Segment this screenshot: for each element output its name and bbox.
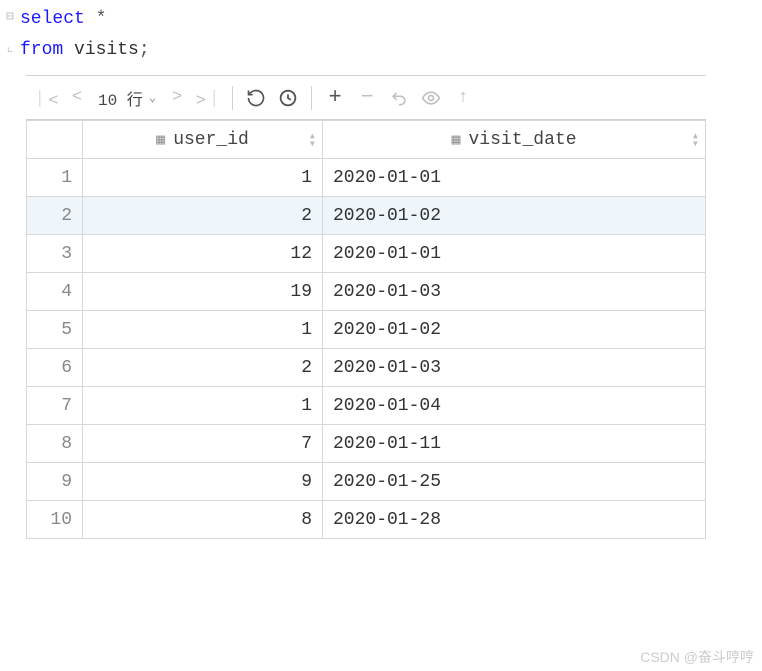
next-page-button[interactable]: > (162, 83, 192, 113)
cell-user-id[interactable]: 7 (83, 425, 323, 463)
cell-visit-date[interactable]: 2020-01-02 (323, 311, 706, 349)
column-icon: ▦ (156, 130, 165, 149)
results-table: ▦user_id ▴▾ ▦visit_date ▴▾ 112020-01-012… (26, 120, 706, 539)
column-header-user-id[interactable]: ▦ user_id ▴▾ (83, 121, 323, 159)
cell-user-id[interactable]: 1 (83, 159, 323, 197)
cell-visit-date[interactable]: 2020-01-25 (323, 463, 706, 501)
fold-mark-icon: ⊟ (6, 6, 20, 28)
rownum-cell: 3 (27, 235, 83, 273)
table-row[interactable]: 3122020-01-01 (27, 235, 706, 273)
sort-icon[interactable]: ▴▾ (309, 132, 316, 148)
table-row[interactable]: 112020-01-01 (27, 159, 706, 197)
fold-end-icon: ⌞ (6, 37, 20, 59)
table-row[interactable]: 872020-01-11 (27, 425, 706, 463)
code-line: ⌞from visits; (6, 35, 762, 66)
row-count-label: 10 行 (98, 86, 143, 110)
keyword: from (20, 40, 63, 60)
column-icon: ▦ (451, 130, 460, 149)
table-header-row: ▦ user_id ▴▾ ▦ visit_date ▴▾ (27, 121, 706, 159)
rownum-cell: 4 (27, 273, 83, 311)
revert-button[interactable] (384, 83, 414, 113)
code-text: * (85, 9, 107, 29)
preview-button[interactable] (416, 83, 446, 113)
sql-editor[interactable]: ⊟select * ⌞from visits; (0, 0, 762, 75)
prev-page-button[interactable]: < (62, 83, 92, 113)
cell-user-id[interactable]: 1 (83, 387, 323, 425)
code-line: ⊟select * (6, 4, 762, 35)
semicolon: ; (139, 40, 150, 60)
table-row[interactable]: 992020-01-25 (27, 463, 706, 501)
rownum-cell: 5 (27, 311, 83, 349)
cell-user-id[interactable]: 12 (83, 235, 323, 273)
row-count-selector[interactable]: 10 行 ⌄ (94, 86, 160, 110)
table-row[interactable]: 1082020-01-28 (27, 501, 706, 539)
rownum-cell: 6 (27, 349, 83, 387)
cell-visit-date[interactable]: 2020-01-28 (323, 501, 706, 539)
table-row[interactable]: 712020-01-04 (27, 387, 706, 425)
rownum-cell: 10 (27, 501, 83, 539)
first-page-button[interactable]: ｜< (30, 83, 60, 113)
table-row[interactable]: 222020-01-02 (27, 197, 706, 235)
rownum-cell: 7 (27, 387, 83, 425)
rownum-header[interactable] (27, 121, 83, 159)
results-panel: ｜< < 10 行 ⌄ > >｜ + − ↑ ▦ user_id ▴▾ (26, 75, 706, 539)
add-row-button[interactable]: + (320, 83, 350, 113)
sort-icon[interactable]: ▴▾ (692, 132, 699, 148)
code-text: visits (63, 40, 139, 60)
results-toolbar: ｜< < 10 行 ⌄ > >｜ + − ↑ (26, 76, 706, 120)
last-page-button[interactable]: >｜ (194, 83, 224, 113)
cell-visit-date[interactable]: 2020-01-01 (323, 235, 706, 273)
auto-refresh-button[interactable] (273, 83, 303, 113)
cell-visit-date[interactable]: 2020-01-04 (323, 387, 706, 425)
cell-visit-date[interactable]: 2020-01-02 (323, 197, 706, 235)
cell-user-id[interactable]: 2 (83, 349, 323, 387)
table-row[interactable]: 4192020-01-03 (27, 273, 706, 311)
refresh-button[interactable] (241, 83, 271, 113)
cell-user-id[interactable]: 9 (83, 463, 323, 501)
cell-user-id[interactable]: 8 (83, 501, 323, 539)
separator (311, 86, 312, 110)
rownum-cell: 1 (27, 159, 83, 197)
cell-visit-date[interactable]: 2020-01-01 (323, 159, 706, 197)
table-row[interactable]: 512020-01-02 (27, 311, 706, 349)
submit-button[interactable]: ↑ (448, 83, 478, 113)
delete-row-button[interactable]: − (352, 83, 382, 113)
rownum-cell: 9 (27, 463, 83, 501)
column-header-visit-date[interactable]: ▦ visit_date ▴▾ (323, 121, 706, 159)
cell-visit-date[interactable]: 2020-01-03 (323, 349, 706, 387)
chevron-down-icon: ⌄ (149, 90, 156, 105)
column-label: visit_date (469, 130, 577, 150)
rownum-cell: 2 (27, 197, 83, 235)
cell-visit-date[interactable]: 2020-01-03 (323, 273, 706, 311)
cell-user-id[interactable]: 19 (83, 273, 323, 311)
keyword: select (20, 9, 85, 29)
cell-user-id[interactable]: 1 (83, 311, 323, 349)
separator (232, 86, 233, 110)
column-label: user_id (173, 130, 249, 150)
watermark: CSDN @奋斗哼哼 (640, 647, 754, 667)
table-row[interactable]: 622020-01-03 (27, 349, 706, 387)
cell-user-id[interactable]: 2 (83, 197, 323, 235)
rownum-cell: 8 (27, 425, 83, 463)
cell-visit-date[interactable]: 2020-01-11 (323, 425, 706, 463)
